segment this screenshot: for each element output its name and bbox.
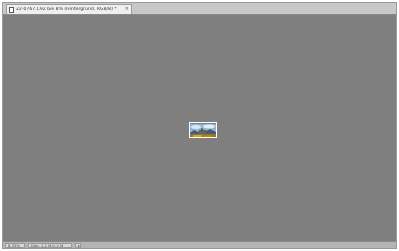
document-icon [9, 6, 14, 13]
landscape-image [190, 124, 216, 137]
status-bar: 8,33% Dok: 1,2 M/1,2 M ▸ [3, 241, 396, 248]
document-window: 22-0767.C92 bei 8% (Hintergrund, RGB/8) … [2, 2, 397, 249]
status-menu-arrow-icon[interactable]: ▸ [75, 242, 81, 248]
document-tab[interactable]: 22-0767.C92 bei 8% (Hintergrund, RGB/8) … [6, 4, 132, 14]
document-tab-bar: 22-0767.C92 bei 8% (Hintergrund, RGB/8) … [3, 3, 396, 15]
zoom-level[interactable]: 8,33% [5, 242, 25, 248]
document-tab-title: 22-0767.C92 bei 8% (Hintergrund, RGB/8) … [16, 7, 117, 12]
document-info: Dok: 1,2 M/1,2 M [28, 242, 72, 248]
canvas-area[interactable] [3, 15, 396, 242]
document-image[interactable] [189, 122, 217, 138]
close-icon[interactable]: × [125, 7, 129, 12]
